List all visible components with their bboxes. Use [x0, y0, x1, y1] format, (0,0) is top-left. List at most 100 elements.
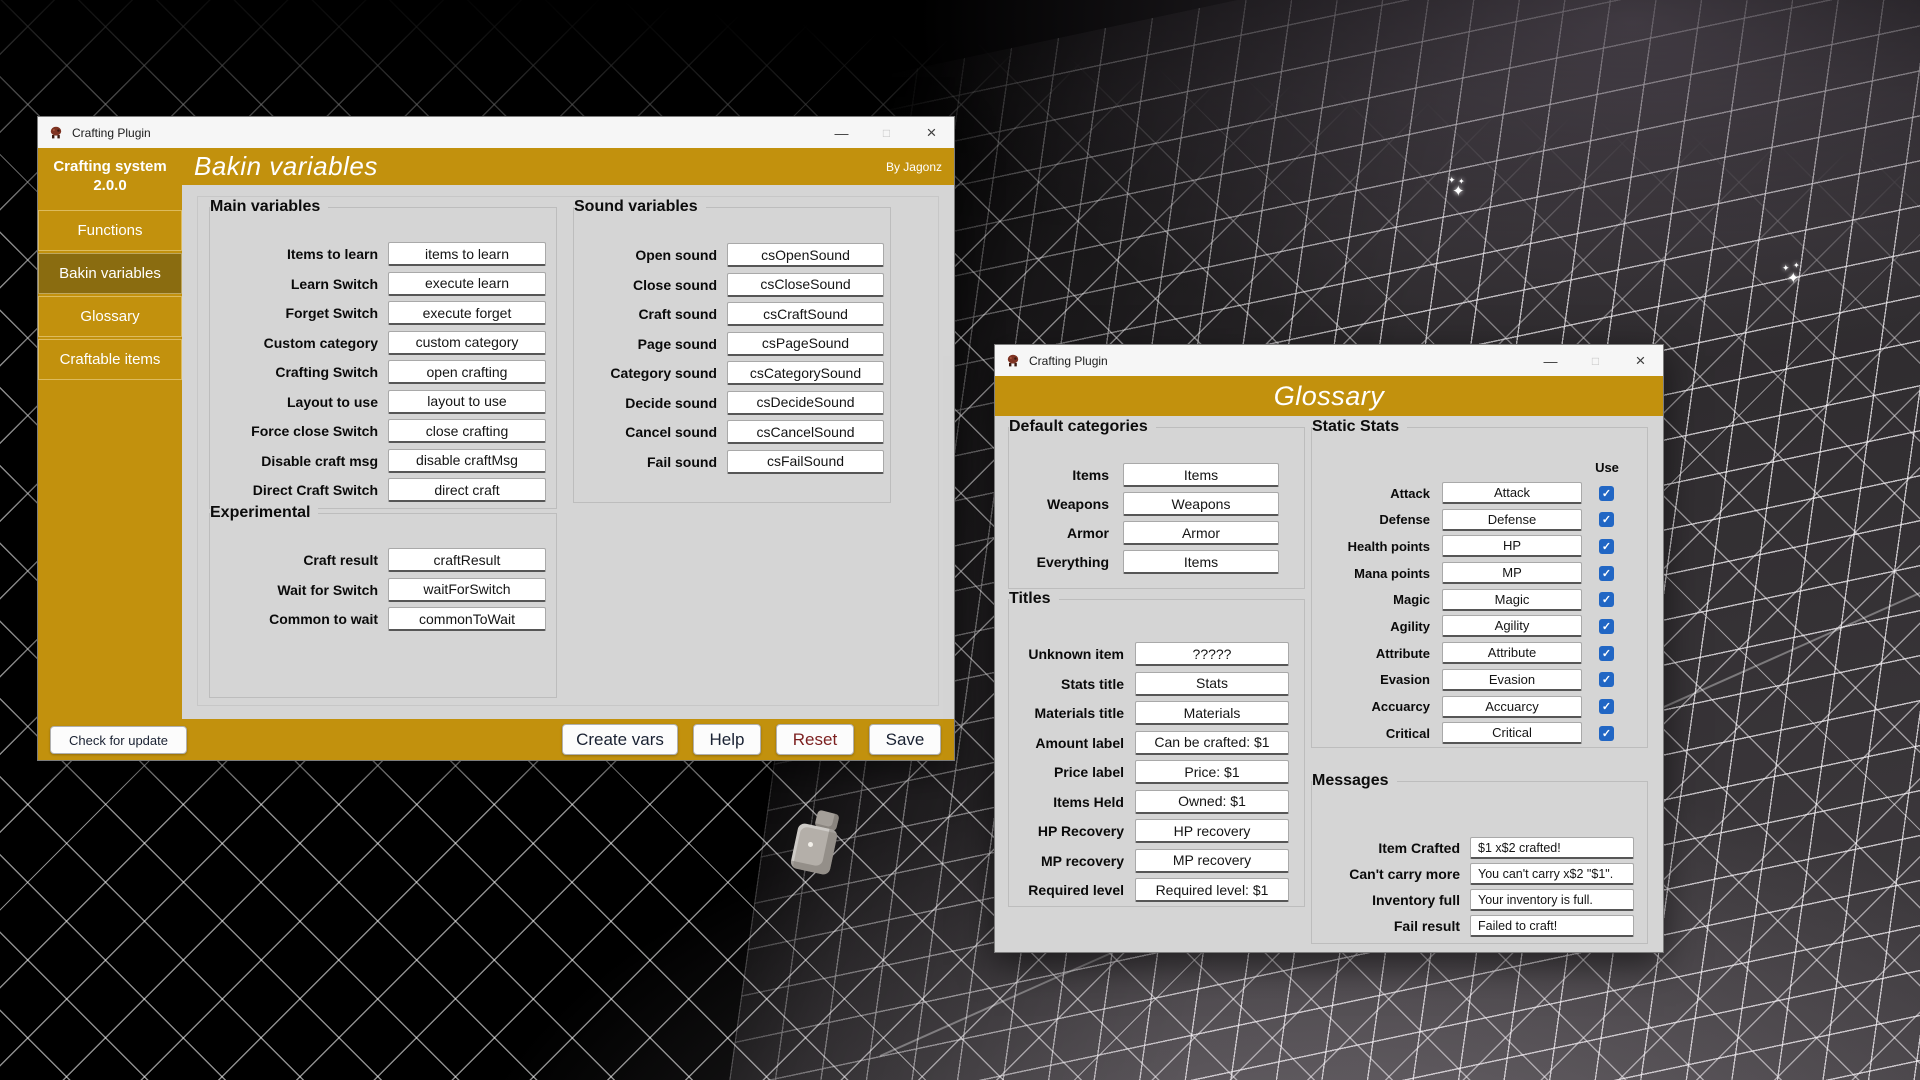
text-input[interactable]: Owned: $1	[1135, 790, 1289, 814]
reset-button[interactable]: Reset	[776, 724, 854, 755]
text-input[interactable]: layout to use	[388, 390, 546, 414]
text-input[interactable]: craftResult	[388, 548, 546, 572]
app-icon	[1005, 353, 1021, 369]
sidebar-item-craftable-items[interactable]: Craftable items	[38, 339, 182, 380]
text-input[interactable]: open crafting	[388, 360, 546, 384]
text-input[interactable]: waitForSwitch	[388, 578, 546, 602]
text-input[interactable]: MP	[1442, 562, 1582, 584]
text-input[interactable]: direct craft	[388, 478, 546, 502]
field-row: Price labelPrice: $1	[1009, 759, 1304, 785]
text-input[interactable]: Critical	[1442, 722, 1582, 744]
close-button[interactable]: ×	[909, 117, 954, 148]
titlebar[interactable]: Crafting Plugin — □ ×	[38, 117, 954, 148]
field-row: Weapons Weapons	[1009, 491, 1304, 517]
text-input[interactable]: Magic	[1442, 589, 1582, 611]
text-input[interactable]: Failed to craft!	[1470, 915, 1634, 937]
sidebar-item-functions[interactable]: Functions	[38, 210, 182, 251]
close-icon: ×	[927, 123, 937, 143]
text-input[interactable]: execute learn	[388, 272, 546, 296]
titlebar[interactable]: Crafting Plugin — □ ×	[995, 345, 1663, 376]
text-input[interactable]: csCancelSound	[727, 420, 884, 444]
field-row: Amount labelCan be crafted: $1	[1009, 730, 1304, 756]
sidebar-item-bakin-variables[interactable]: Bakin variables	[38, 253, 182, 294]
field-row: Cancel soundcsCancelSound	[574, 419, 890, 445]
use-checkbox[interactable]: ✓	[1599, 726, 1614, 741]
text-input[interactable]: csOpenSound	[727, 243, 884, 267]
field-row: AttributeAttribute✓	[1312, 641, 1647, 665]
text-input[interactable]: HP recovery	[1135, 819, 1289, 843]
field-label: Armor	[1009, 525, 1109, 541]
field-row: Mana pointsMP✓	[1312, 561, 1647, 585]
save-button[interactable]: Save	[869, 724, 941, 755]
field-label: Weapons	[1009, 496, 1109, 512]
text-input[interactable]: close crafting	[388, 419, 546, 443]
use-checkbox[interactable]: ✓	[1599, 486, 1614, 501]
text-input[interactable]: Items	[1123, 550, 1279, 574]
text-input[interactable]: Your inventory is full.	[1470, 889, 1634, 911]
field-label: Fail result	[1312, 918, 1460, 934]
page-header: Glossary	[995, 376, 1663, 416]
text-input[interactable]: csCategorySound	[727, 361, 884, 385]
text-input[interactable]: commonToWait	[388, 607, 546, 631]
text-input[interactable]: csCloseSound	[727, 273, 884, 297]
help-button[interactable]: Help	[693, 724, 761, 755]
minimize-button[interactable]: —	[1528, 345, 1573, 376]
text-input[interactable]: Weapons	[1123, 492, 1279, 516]
text-input[interactable]: Stats	[1135, 672, 1289, 696]
close-button[interactable]: ×	[1618, 345, 1663, 376]
text-input[interactable]: execute forget	[388, 301, 546, 325]
text-input[interactable]: MP recovery	[1135, 849, 1289, 873]
field-label: Category sound	[574, 365, 717, 381]
use-checkbox[interactable]: ✓	[1599, 512, 1614, 527]
field-label: Learn Switch	[210, 276, 378, 292]
field-label: Evasion	[1312, 672, 1430, 687]
create-vars-button[interactable]: Create vars	[562, 724, 678, 755]
use-checkbox[interactable]: ✓	[1599, 566, 1614, 581]
window-title: Crafting Plugin	[72, 126, 151, 140]
use-checkbox[interactable]: ✓	[1599, 619, 1614, 634]
text-input[interactable]: csFailSound	[727, 450, 884, 474]
field-label: Magic	[1312, 592, 1430, 607]
text-input[interactable]: custom category	[388, 331, 546, 355]
window-controls: — □ ×	[1528, 345, 1663, 376]
maximize-button[interactable]: □	[864, 117, 909, 148]
text-input[interactable]: Can be crafted: $1	[1135, 731, 1289, 755]
text-input[interactable]: csDecideSound	[727, 391, 884, 415]
text-input[interactable]: You can't carry x$2 "$1".	[1470, 863, 1634, 885]
text-input[interactable]: Defense	[1442, 509, 1582, 531]
page-title: Bakin variables	[194, 151, 378, 182]
group-experimental: Experimental Craft resultcraftResultWait…	[209, 513, 557, 698]
use-checkbox[interactable]: ✓	[1599, 539, 1614, 554]
text-input[interactable]: Armor	[1123, 521, 1279, 545]
text-input[interactable]: HP	[1442, 535, 1582, 557]
use-checkbox[interactable]: ✓	[1599, 646, 1614, 661]
field-rows: AttackAttack✓DefenseDefense✓Health point…	[1312, 428, 1647, 748]
maximize-button[interactable]: □	[1573, 345, 1618, 376]
text-input[interactable]: Evasion	[1442, 669, 1582, 691]
text-input[interactable]: Attack	[1442, 482, 1582, 504]
text-input[interactable]: Attribute	[1442, 642, 1582, 664]
use-checkbox[interactable]: ✓	[1599, 699, 1614, 714]
field-label: Required level	[1009, 882, 1124, 898]
text-input[interactable]: csCraftSound	[727, 302, 884, 326]
text-input[interactable]: Required level: $1	[1135, 878, 1289, 902]
text-input[interactable]: Accuarcy	[1442, 696, 1582, 718]
text-input[interactable]: Agility	[1442, 615, 1582, 637]
text-input[interactable]: disable craftMsg	[388, 449, 546, 473]
check-for-update-button[interactable]: Check for update	[50, 726, 187, 754]
text-input[interactable]: items to learn	[388, 242, 546, 266]
text-input[interactable]: Materials	[1135, 701, 1289, 725]
text-input[interactable]: ?????	[1135, 642, 1289, 666]
minimize-button[interactable]: —	[819, 117, 864, 148]
field-rows: Open soundcsOpenSoundClose soundcsCloseS…	[574, 208, 890, 478]
use-checkbox[interactable]: ✓	[1599, 672, 1614, 687]
field-row: Item Crafted$1 x$2 crafted!	[1312, 836, 1647, 860]
sidebar-item-glossary[interactable]: Glossary	[38, 296, 182, 337]
field-row: Armor Armor	[1009, 520, 1304, 546]
text-input[interactable]: csPageSound	[727, 332, 884, 356]
text-input[interactable]: $1 x$2 crafted!	[1470, 837, 1634, 859]
text-input[interactable]: Price: $1	[1135, 760, 1289, 784]
field-row: MP recoveryMP recovery	[1009, 848, 1304, 874]
text-input[interactable]: Items	[1123, 463, 1279, 487]
use-checkbox[interactable]: ✓	[1599, 592, 1614, 607]
